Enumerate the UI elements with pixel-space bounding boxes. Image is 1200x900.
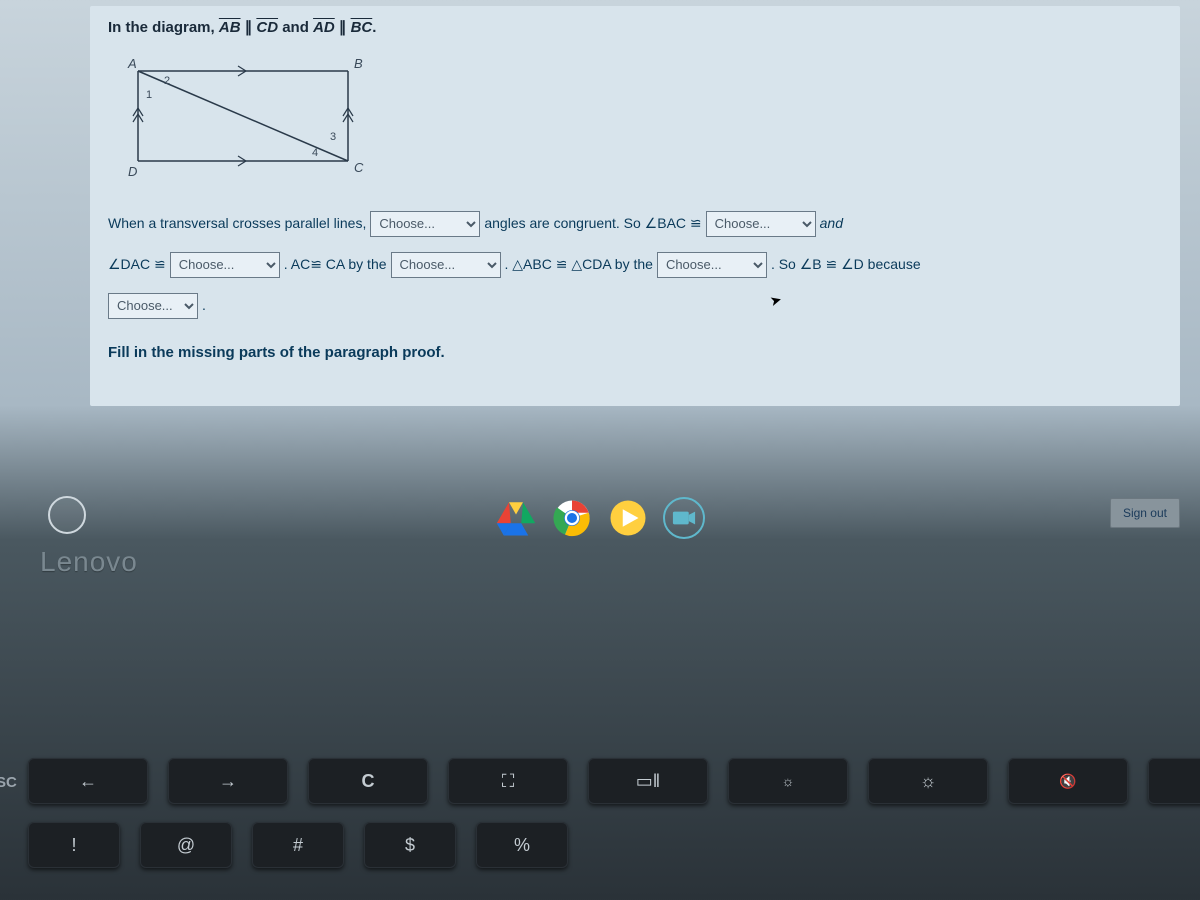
period: . xyxy=(372,19,376,36)
text-ac-ca: . AC≌ CA by the xyxy=(284,245,387,284)
text-triangles: . △ABC ≌ △CDA by the xyxy=(505,245,653,284)
segment-cd: CD xyxy=(256,19,278,36)
key-volume[interactable]: 🔉 xyxy=(1148,758,1200,804)
keyboard: ← → C ⛶ ▭‖ ☼ ☼ 🔇 🔉 ! @ # $ % xyxy=(0,740,1200,900)
drive-icon[interactable] xyxy=(495,497,537,539)
proof-line-3: Choose... . xyxy=(108,286,1162,325)
angle-4: 4 xyxy=(312,147,318,159)
dropdown-congruence[interactable]: Choose... xyxy=(657,252,767,278)
label-c: C xyxy=(354,160,364,175)
dropdown-dac-pair[interactable]: Choose... xyxy=(170,252,280,278)
text-period: . xyxy=(202,286,206,325)
label-a: A xyxy=(127,56,137,71)
key-1[interactable]: ! xyxy=(28,822,120,868)
segment-ab: AB xyxy=(219,19,241,36)
key-refresh[interactable]: C xyxy=(308,758,428,804)
sign-out-button[interactable]: Sign out xyxy=(1110,498,1180,528)
text-angles-bd: . So ∠B ≌ ∠D because xyxy=(771,245,921,284)
angle-2: 2 xyxy=(164,75,170,87)
proof-line-2: ∠DAC ≌ Choose... . AC≌ CA by the Choose.… xyxy=(108,245,1162,284)
instruction: Fill in the missing parts of the paragra… xyxy=(108,344,1162,361)
key-4[interactable]: $ xyxy=(364,822,456,868)
segment-ad: AD xyxy=(313,19,335,36)
prompt-title: In the diagram, AB ∥ CD and AD ∥ BC. xyxy=(108,18,1162,36)
key-fullscreen[interactable]: ⛶ xyxy=(448,758,568,804)
chrome-icon[interactable] xyxy=(551,497,593,539)
key-brightness-up[interactable]: ☼ xyxy=(868,758,988,804)
key-back[interactable]: ← xyxy=(28,758,148,804)
dropdown-reflexive[interactable]: Choose... xyxy=(391,252,501,278)
angle-3: 3 xyxy=(330,131,336,143)
brand-logo: Lenovo xyxy=(40,546,138,578)
text-and: and xyxy=(820,204,843,243)
label-b: B xyxy=(354,56,363,71)
dropdown-reason[interactable]: Choose... xyxy=(108,293,198,319)
text-dac: ∠DAC ≌ xyxy=(108,245,166,284)
parallelogram-diagram: A B C D 1 2 3 4 xyxy=(108,46,378,186)
key-overview[interactable]: ▭‖ xyxy=(588,758,708,804)
shelf xyxy=(0,490,1200,546)
segment-bc: BC xyxy=(351,19,373,36)
key-brightness-down[interactable]: ☼ xyxy=(728,758,848,804)
dropdown-bac-pair[interactable]: Choose... xyxy=(706,211,816,237)
exercise-panel: In the diagram, AB ∥ CD and AD ∥ BC. A B… xyxy=(90,6,1180,406)
key-mute[interactable]: 🔇 xyxy=(1008,758,1128,804)
key-forward[interactable]: → xyxy=(168,758,288,804)
prompt-prefix: In the diagram, xyxy=(108,19,219,36)
parallel-symbol-2: ∥ xyxy=(335,19,351,36)
proof-line-1: When a transversal crosses parallel line… xyxy=(108,204,1162,243)
text-congruent-bac: angles are congruent. So ∠BAC ≌ xyxy=(484,204,701,243)
play-icon[interactable] xyxy=(607,497,649,539)
angle-1: 1 xyxy=(146,89,152,101)
and-text: and xyxy=(278,19,313,36)
parallel-symbol: ∥ xyxy=(241,19,257,36)
text-transversal: When a transversal crosses parallel line… xyxy=(108,204,366,243)
label-d: D xyxy=(128,164,137,179)
key-2[interactable]: @ xyxy=(140,822,232,868)
camera-icon[interactable] xyxy=(663,497,705,539)
key-5[interactable]: % xyxy=(476,822,568,868)
key-3[interactable]: # xyxy=(252,822,344,868)
dropdown-angle-type[interactable]: Choose... xyxy=(370,211,480,237)
